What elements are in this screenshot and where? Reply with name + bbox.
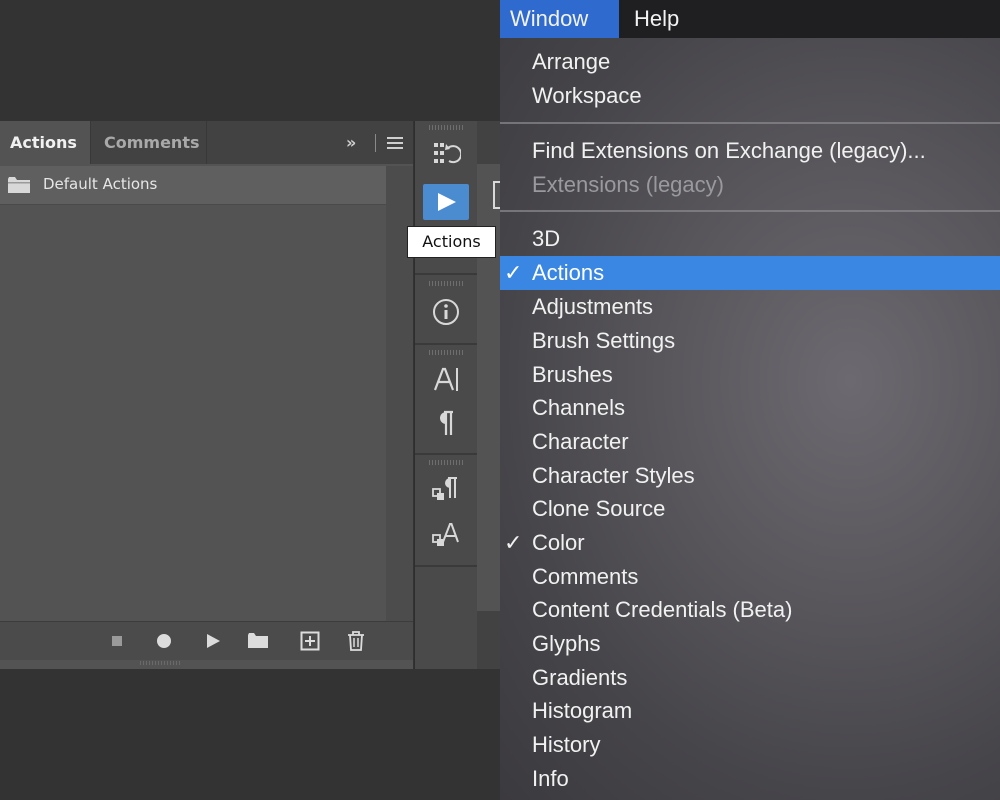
adjacent-panel-tabbar — [477, 611, 501, 669]
new-set-folder-icon[interactable] — [247, 630, 269, 652]
menu-item-content-credentials[interactable]: Content Credentials (Beta) — [500, 593, 1000, 627]
menu-item-label: Channels — [532, 395, 625, 420]
menu-item-character-styles[interactable]: Character Styles — [500, 459, 1000, 493]
menu-item-workspace[interactable]: Workspace — [500, 79, 1000, 113]
menu-item-label: Histogram — [532, 698, 633, 723]
menu-item-label: 3D — [532, 226, 561, 251]
strip-grip[interactable] — [429, 350, 463, 355]
divider — [415, 565, 477, 567]
record-icon[interactable] — [153, 630, 175, 652]
menu-item-label: Adjustments — [532, 294, 654, 319]
stop-icon[interactable] — [106, 630, 128, 652]
menu-item-label: Clone Source — [532, 496, 666, 521]
menu-item-label: Character — [532, 429, 629, 454]
menu-window[interactable]: Window — [500, 0, 619, 38]
menu-item-extensions: Extensions (legacy) — [532, 172, 724, 197]
panel-menu-icon[interactable] — [387, 134, 403, 152]
divider — [415, 273, 477, 275]
divider — [375, 134, 376, 152]
menu-item-brush-settings[interactable]: Brush Settings — [500, 324, 1000, 358]
history-icon[interactable] — [431, 139, 463, 169]
menu-item-clone-source[interactable]: Clone Source — [500, 492, 1000, 526]
menu-item-arrange[interactable]: Arrange — [500, 45, 1000, 79]
paragraph-icon[interactable] — [431, 408, 461, 438]
menu-separator — [500, 210, 1000, 212]
menu-item-actions[interactable]: ✓ Actions — [500, 256, 1000, 290]
menu-item-label: Brush Settings — [532, 328, 676, 353]
menu-item-label: Actions — [532, 260, 605, 285]
character-icon[interactable] — [431, 364, 461, 394]
trash-icon[interactable] — [345, 630, 367, 652]
panel-footer-toolbar — [0, 621, 413, 660]
divider — [415, 453, 477, 455]
paragraph-styles-icon[interactable] — [431, 474, 461, 504]
tab-comments[interactable]: Comments — [90, 121, 207, 164]
menu-item-label: Brushes — [532, 362, 613, 387]
actions-panel-button[interactable] — [423, 184, 469, 220]
divider — [415, 343, 477, 345]
adjacent-panel-edge — [477, 121, 503, 669]
menu-item-history[interactable]: History — [500, 728, 1000, 762]
folder-icon — [8, 177, 30, 193]
strip-grip[interactable] — [429, 460, 463, 465]
menu-item-comments[interactable]: Comments — [500, 560, 1000, 594]
window-menu-dropdown: Arrange Workspace Find Extensions on Exc… — [500, 38, 1000, 800]
menu-help[interactable]: Help — [634, 0, 679, 38]
strip-grip[interactable] — [429, 125, 463, 130]
menu-item-label: Color — [532, 530, 585, 555]
tab-actions[interactable]: Actions — [0, 121, 90, 164]
strip-grip[interactable] — [429, 281, 463, 286]
checkmark-icon: ✓ — [504, 260, 523, 285]
tooltip: Actions — [407, 226, 496, 258]
list-item-label: Default Actions — [43, 175, 158, 193]
menu-separator — [500, 122, 1000, 124]
menu-item-brushes[interactable]: Brushes — [500, 358, 1000, 392]
menu-item-label: Info — [532, 766, 569, 791]
menu-item-histogram[interactable]: Histogram — [500, 694, 1000, 728]
checkmark-icon: ✓ — [504, 530, 523, 555]
menu-item-label: Comments — [532, 564, 639, 589]
menu-item-label: History — [532, 732, 601, 757]
menu-item-label: Gradients — [532, 665, 628, 690]
play-icon — [438, 193, 456, 211]
menu-bar: Window Help — [500, 0, 1000, 38]
actions-panel: Actions Comments » Default Actions — [0, 121, 413, 669]
adjacent-panel-tabbar — [477, 121, 501, 164]
menu-item-label: Character Styles — [532, 463, 695, 488]
menu-item-info[interactable]: Info — [500, 762, 1000, 796]
menu-item-find-extensions[interactable]: Find Extensions on Exchange (legacy)... — [500, 134, 1000, 168]
character-styles-icon[interactable] — [431, 520, 461, 550]
menu-item-3d[interactable]: 3D — [500, 222, 1000, 256]
resize-grip[interactable] — [140, 661, 180, 665]
panel-icon-strip — [414, 121, 478, 669]
menu-item-channels[interactable]: Channels — [500, 391, 1000, 425]
play-icon[interactable] — [202, 630, 224, 652]
menu-item-glyphs[interactable]: Glyphs — [500, 627, 1000, 661]
panel-tab-bar: Actions Comments » — [0, 121, 413, 164]
menu-item-label: Content Credentials (Beta) — [532, 597, 793, 622]
new-action-icon[interactable] — [299, 630, 321, 652]
list-item-default-actions[interactable]: Default Actions — [0, 166, 386, 205]
menu-item-gradients[interactable]: Gradients — [500, 661, 1000, 695]
collapse-panel-icon[interactable]: » — [346, 134, 356, 152]
menu-item-adjustments[interactable]: Adjustments — [500, 290, 1000, 324]
menu-item-label: Glyphs — [532, 631, 601, 656]
menu-item-color[interactable]: ✓ Color — [500, 526, 1000, 560]
info-icon[interactable] — [431, 297, 461, 327]
menu-item-character[interactable]: Character — [500, 425, 1000, 459]
